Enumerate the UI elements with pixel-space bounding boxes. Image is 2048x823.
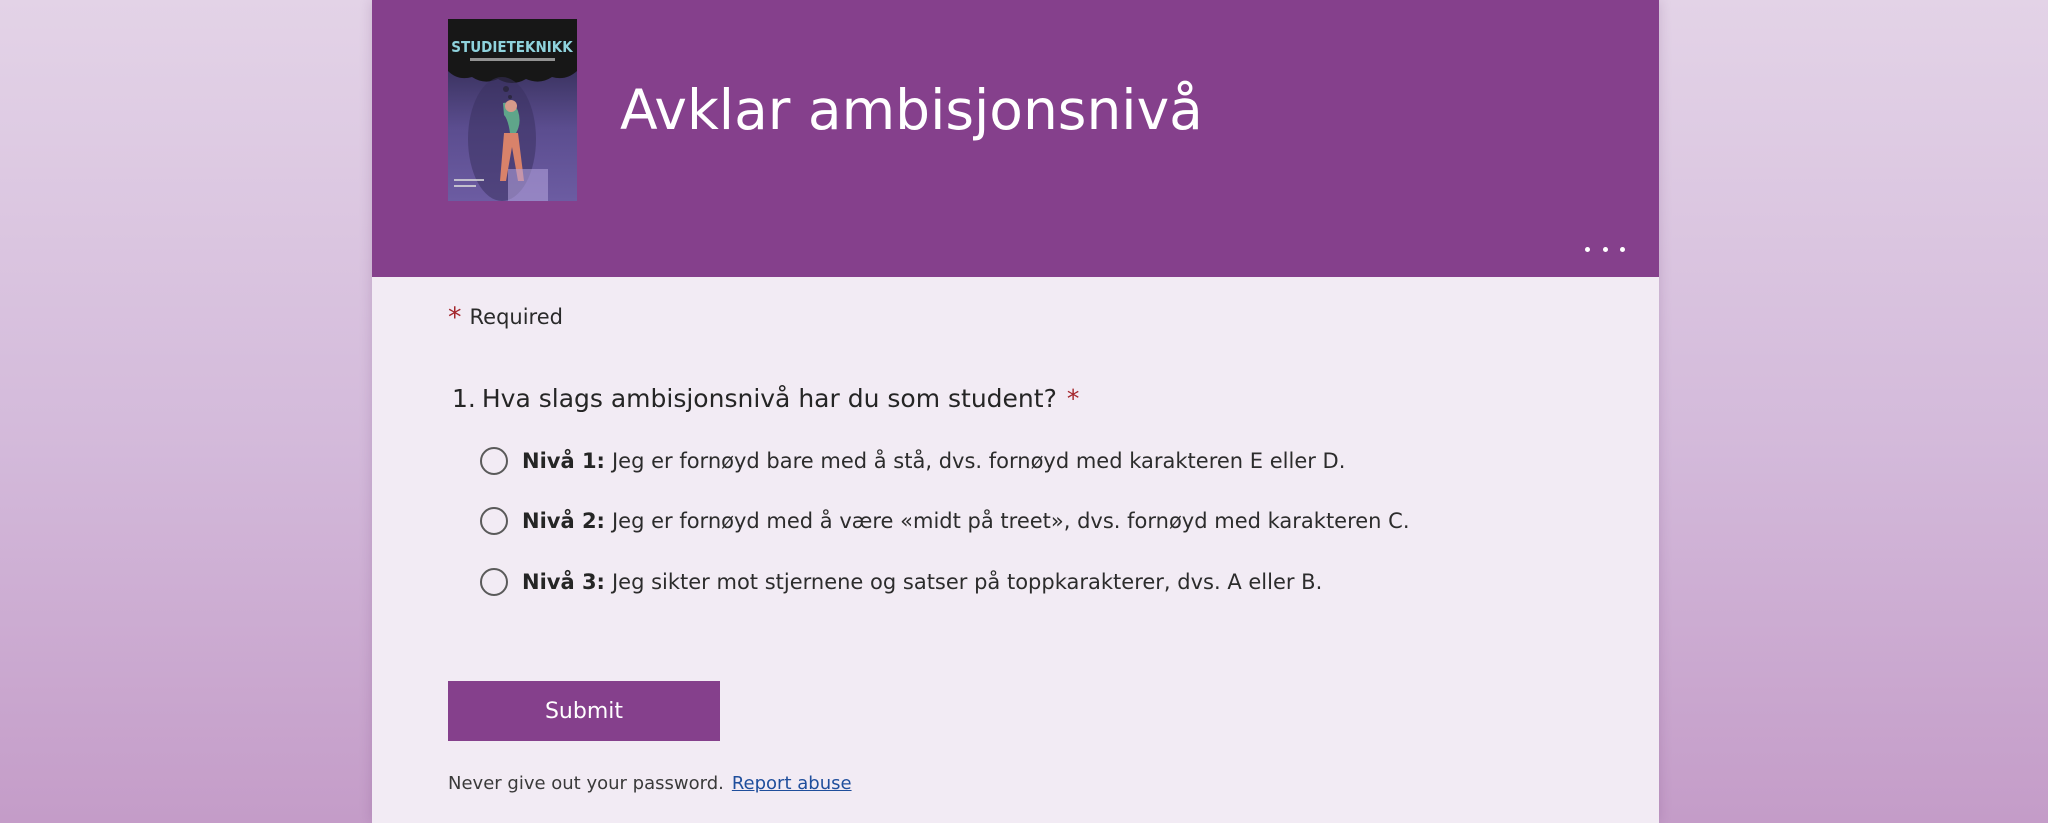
- question-number: 1.: [452, 384, 476, 413]
- form-header: STUDIETEKNIKK Avklar ambisjonsnivå: [372, 0, 1659, 277]
- form-title: Avklar ambisjonsnivå: [620, 78, 1203, 142]
- radio-button[interactable]: [480, 447, 508, 475]
- required-star: *: [448, 302, 462, 333]
- option-label-text: Jeg sikter mot stjernene og satser på to…: [611, 570, 1323, 594]
- form-card: STUDIETEKNIKK Avklar ambisjonsnivå * Requ…: [372, 0, 1659, 823]
- question-title: 1. Hva slags ambisjonsnivå har du som stu…: [452, 384, 1079, 413]
- logo-title: STUDIETEKNIKK: [451, 38, 573, 56]
- radio-button[interactable]: [480, 568, 508, 596]
- submit-button[interactable]: Submit: [448, 681, 720, 741]
- book-cover-image: STUDIETEKNIKK: [448, 19, 577, 201]
- ellipsis-icon: [1585, 246, 1590, 252]
- password-warning: Never give out your password.: [448, 773, 724, 794]
- option-level-2[interactable]: Nivå 2: Jeg er fornøyd med å være «midt …: [480, 503, 1410, 539]
- option-label-bold: Nivå 1:: [522, 449, 605, 473]
- radio-button[interactable]: [480, 507, 508, 535]
- option-label-bold: Nivå 3:: [522, 570, 605, 594]
- required-label: Required: [469, 305, 563, 329]
- option-label-bold: Nivå 2:: [522, 509, 605, 533]
- question-required-star: *: [1066, 384, 1080, 413]
- more-options-button[interactable]: [1585, 236, 1625, 262]
- required-note: * Required: [448, 302, 563, 333]
- option-label-text: Jeg er fornøyd med å være «midt på treet…: [611, 509, 1410, 533]
- footer-note: Never give out your password. Report abus…: [448, 773, 852, 794]
- ellipsis-icon: [1602, 246, 1608, 252]
- option-level-1[interactable]: Nivå 1: Jeg er fornøyd bare med å stå, d…: [480, 443, 1345, 479]
- option-label-text: Jeg er fornøyd bare med å stå, dvs. forn…: [611, 449, 1346, 473]
- ellipsis-icon: [1620, 246, 1625, 252]
- option-level-3[interactable]: Nivå 3: Jeg sikter mot stjernene og sats…: [480, 564, 1322, 600]
- question-text: Hva slags ambisjonsnivå har du som stude…: [481, 384, 1057, 413]
- report-abuse-link[interactable]: Report abuse: [732, 773, 852, 794]
